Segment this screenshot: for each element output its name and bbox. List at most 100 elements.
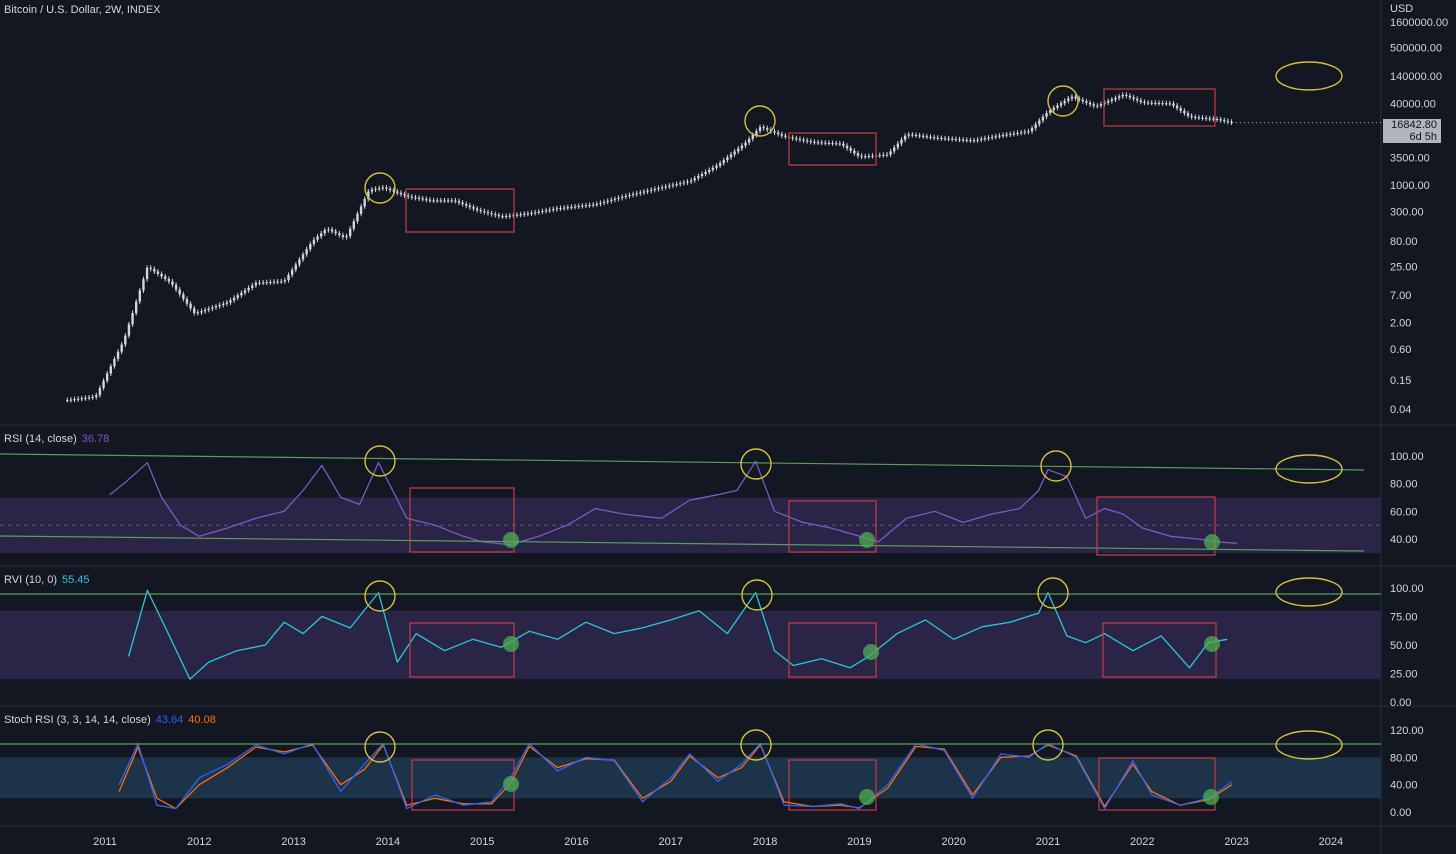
price-candle-body	[417, 197, 421, 199]
stoch-band	[0, 757, 1381, 799]
price-candle-body	[1208, 118, 1211, 120]
price-candle-body	[918, 135, 921, 137]
price-candle-body	[363, 198, 366, 207]
price-candle-body	[222, 303, 225, 305]
price-candle-body	[548, 209, 551, 211]
price-candle-body	[958, 139, 961, 141]
peak-highlight-circle	[364, 445, 396, 477]
price-candle-body	[1019, 132, 1023, 134]
rvi-tick-label: 50.00	[1390, 640, 1418, 652]
price-candle-body	[348, 228, 352, 237]
price-candle-body	[718, 163, 722, 166]
price-candle-body	[1183, 110, 1186, 114]
price-candle-body	[1038, 120, 1041, 125]
price-candle-body	[751, 135, 754, 139]
bear-market-box	[1103, 88, 1216, 127]
price-candle-body	[414, 197, 417, 199]
chart-canvas[interactable]: 1600000.00 500000.00 140000.00 40000.00 3500…	[0, 0, 1456, 854]
price-candle-body	[381, 187, 385, 189]
price-candle-body	[189, 303, 192, 309]
price-candle-body	[243, 290, 247, 293]
price-candle-body	[969, 140, 972, 142]
price-candle-body	[704, 171, 707, 175]
price-candle-body	[454, 200, 457, 202]
price-candle-body	[820, 142, 823, 144]
bear-market-box	[405, 188, 515, 233]
price-candle-body	[1204, 118, 1208, 120]
rsi-upper-trendline	[0, 453, 1365, 471]
price-candle-body	[334, 231, 337, 234]
price-candle-body	[124, 335, 127, 345]
bottom-marker	[1204, 636, 1220, 652]
price-candle-body	[1223, 120, 1226, 122]
price-candle-body	[330, 229, 334, 232]
bear-market-box	[788, 132, 877, 166]
price-candle-body	[715, 165, 718, 168]
price-candle-body	[200, 311, 203, 313]
price-candle-body	[766, 128, 769, 130]
price-candle-body	[486, 212, 490, 214]
price-candle-body	[552, 209, 555, 211]
bottom-marker	[1204, 534, 1220, 550]
time-axis-label: 2015	[470, 836, 494, 848]
rvi-tick-label: 0.00	[1390, 697, 1411, 709]
peak-highlight-circle	[1047, 85, 1079, 117]
price-candle-body	[1136, 98, 1139, 101]
price-candle-body	[834, 143, 838, 145]
price-candle-body	[134, 301, 138, 314]
price-candle-body	[73, 399, 76, 401]
price-candle-body	[138, 290, 142, 302]
price-candle-body	[305, 249, 308, 255]
price-candle-body	[95, 395, 98, 397]
price-candle-body	[1001, 135, 1005, 137]
price-candle-body	[976, 139, 979, 141]
price-candle-body	[432, 200, 435, 202]
price-candle-body	[642, 191, 646, 193]
price-candle-body	[922, 135, 925, 137]
bar-countdown: 6d 5h	[1409, 131, 1437, 143]
time-axis-label: 2019	[847, 836, 871, 848]
price-candle-body	[265, 282, 268, 284]
price-candle-body	[519, 214, 522, 216]
price-candle-body	[1201, 117, 1204, 119]
price-candle-body	[1139, 100, 1143, 102]
price-candle-body	[497, 215, 501, 217]
price-candle-body	[878, 155, 881, 157]
price-candle-body	[309, 244, 312, 250]
price-candle-body	[1088, 102, 1092, 105]
price-candle-body	[544, 210, 548, 212]
price-candle-body	[650, 189, 653, 191]
price-candle-body	[1096, 105, 1099, 107]
price-candle-body	[113, 358, 116, 367]
price-candle-body	[860, 155, 863, 157]
price-candle-body	[809, 141, 812, 143]
price-candle-body	[816, 142, 820, 144]
price-candle-body	[457, 201, 461, 203]
time-axis-label: 2021	[1036, 836, 1060, 848]
price-candle-body	[1154, 102, 1157, 104]
rvi-tick-label: 100.00	[1390, 583, 1424, 595]
stoch-k-value: 43.64	[155, 714, 184, 726]
time-axis-label: 2014	[376, 836, 400, 848]
price-candle-body	[203, 309, 207, 312]
price-candle-body	[889, 151, 892, 155]
price-candle-body	[965, 139, 968, 141]
price-candle-body	[494, 214, 497, 216]
price-candle-body	[711, 167, 715, 170]
price-candle-body	[1143, 101, 1146, 103]
price-candle-body	[1168, 103, 1172, 105]
price-candle-body	[1059, 103, 1063, 106]
price-candle-body	[940, 138, 943, 140]
price-candle-body	[990, 136, 994, 138]
price-candle-body	[737, 148, 740, 152]
rsi-value: 36.78	[81, 433, 110, 445]
price-candle-body	[1041, 116, 1045, 121]
price-tick-label: 0.04	[1390, 404, 1411, 416]
price-candle-body	[595, 203, 599, 205]
price-candle-body	[697, 176, 700, 179]
price-candle-body	[1070, 96, 1074, 99]
price-candle-body	[428, 199, 432, 201]
price-candle-body	[156, 271, 160, 274]
price-candle-body	[356, 213, 359, 222]
price-tick-label: 3500.00	[1390, 152, 1430, 164]
